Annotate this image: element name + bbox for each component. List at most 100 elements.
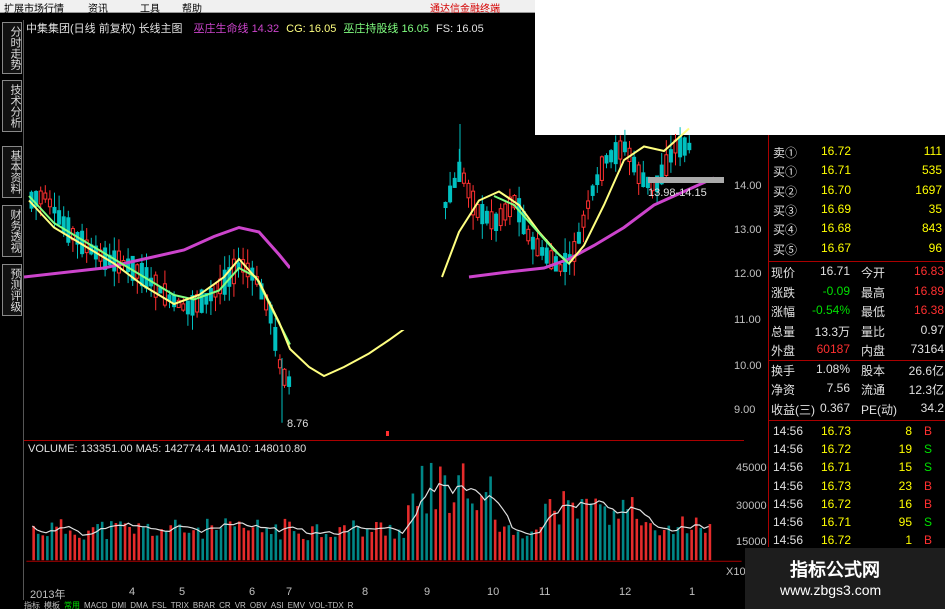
buy-row: 买⑤ 16.67 96 xyxy=(769,240,945,259)
tick-volume: 8 xyxy=(905,424,912,438)
indicator-tab[interactable]: FSL xyxy=(152,601,167,609)
order-price: 16.70 xyxy=(821,182,852,197)
time-tick: 8 xyxy=(362,586,369,598)
indicator-tab[interactable]: EMV xyxy=(288,601,305,609)
stat-value: 12.3亿 xyxy=(908,383,944,397)
volume-bar xyxy=(370,531,374,561)
menu-item-extended-market[interactable]: 扩展市场行情 xyxy=(4,0,64,15)
stat-value: 34.2 xyxy=(920,400,944,415)
indicator-tab[interactable]: MACD xyxy=(84,601,108,609)
volume-bar xyxy=(269,534,273,561)
tick-volume: 23 xyxy=(898,478,912,493)
order-price: 16.71 xyxy=(821,163,852,178)
tick-price: 16.72 xyxy=(821,533,852,548)
candlestick-chart[interactable] xyxy=(24,20,744,440)
promo-banner[interactable]: 通达信金融终端 xyxy=(430,0,500,15)
volume-bar xyxy=(247,530,250,561)
panel-divider xyxy=(769,420,945,421)
volume-bar xyxy=(626,508,629,561)
volume-bar xyxy=(393,538,396,561)
volume-bar xyxy=(356,526,360,561)
indicator-tab[interactable]: 指标 xyxy=(24,601,40,609)
volume-bar xyxy=(78,537,81,561)
volume-bar xyxy=(576,518,579,561)
tick-row: 14:56 16.73 8 B xyxy=(769,423,945,442)
menu-item-news[interactable]: 资讯 xyxy=(88,0,108,15)
volume-bar xyxy=(210,525,214,561)
tick-side: B xyxy=(923,478,932,493)
indicator-tab[interactable]: VR xyxy=(235,601,246,609)
tab-technical-analysis[interactable]: 技术分析 xyxy=(2,80,22,132)
indicator-tab[interactable]: BRAR xyxy=(193,601,215,609)
candle-body xyxy=(668,149,673,163)
indicator-tab[interactable]: ASI xyxy=(271,601,284,609)
indicator-tab[interactable]: 常用 xyxy=(64,601,80,609)
indicator-tab[interactable]: 模板 xyxy=(44,601,60,609)
volume-bar xyxy=(205,518,209,561)
candle-body xyxy=(535,238,540,257)
indicator-tab[interactable]: CR xyxy=(219,601,231,609)
volume-bar xyxy=(306,540,310,561)
chart-header: 中集集团(日线 前复权) 长线主图 巫庄生命线 14.32 CG: 16.05 … xyxy=(26,20,484,36)
volume-bar xyxy=(68,530,72,561)
order-level-label: 买④ xyxy=(773,223,798,238)
volume-bar xyxy=(457,475,460,561)
tab-rating[interactable]: 预测评级 xyxy=(2,264,22,316)
stat-label: PE(动) xyxy=(861,402,898,417)
volume-bar xyxy=(91,527,95,561)
buy-row: 买④ 16.68 843 xyxy=(769,220,945,239)
tick-volume: 16 xyxy=(898,496,912,511)
volume-bar xyxy=(512,534,515,561)
volume-bar xyxy=(507,525,511,561)
tab-financial[interactable]: 财务透视 xyxy=(2,205,22,257)
candle-body xyxy=(678,135,683,158)
candle-body xyxy=(503,203,508,221)
candle-body xyxy=(609,150,614,163)
indicator-tab[interactable]: VOL-TDX xyxy=(309,601,344,609)
price-tick: 10.00 xyxy=(734,360,762,372)
tick-price: 16.73 xyxy=(821,424,852,438)
volume-bar xyxy=(676,527,680,561)
indicator-lifeline-value: 14.32 xyxy=(251,23,280,35)
stat-value: -0.54% xyxy=(811,303,850,317)
time-tick: 10 xyxy=(487,586,500,598)
volume-bar xyxy=(55,526,58,561)
menu-item-tools[interactable]: 工具 xyxy=(140,0,160,15)
volume-bar xyxy=(498,531,502,561)
stat-row: 涨幅 -0.54% 最低 16.38 xyxy=(769,302,945,321)
volume-chart[interactable] xyxy=(24,440,744,590)
indicator-tab[interactable]: DMA xyxy=(130,601,148,609)
candle-body xyxy=(448,185,453,203)
stat-row: 总量 13.3万 量比 0.97 xyxy=(769,322,945,341)
candle-body xyxy=(526,228,531,242)
candle-body xyxy=(47,198,52,208)
volume-bar xyxy=(407,505,410,561)
volume-bar xyxy=(114,523,118,561)
candle-body xyxy=(622,141,627,153)
menu-item-help[interactable]: 帮助 xyxy=(182,0,202,15)
volume-header: VOLUME: 133351.00 MA5: 142774.41 MA10: 1… xyxy=(28,443,307,455)
indicator-tab[interactable]: OBV xyxy=(250,601,267,609)
volume-bar xyxy=(448,512,451,561)
tick-time: 14:56 xyxy=(773,442,804,457)
indicator-tab[interactable]: DMI xyxy=(112,601,127,609)
stat-value: 1.08% xyxy=(815,361,850,376)
volume-bar xyxy=(365,528,369,561)
candle-body xyxy=(586,200,591,209)
candle-body xyxy=(530,236,535,250)
tab-basic-info[interactable]: 基本资料 xyxy=(2,146,22,198)
volume-bar xyxy=(434,509,438,561)
time-tick: 11 xyxy=(539,586,551,598)
stat-label: 最高 xyxy=(861,285,886,300)
stat-value: 0.367 xyxy=(819,400,850,415)
time-tick: 7 xyxy=(286,586,293,598)
indicator-tab[interactable]: TRIX xyxy=(171,601,189,609)
tick-side: S xyxy=(923,460,932,475)
candle-body xyxy=(52,206,57,214)
volume-bar xyxy=(329,537,332,561)
indicator-tab[interactable]: RSI xyxy=(348,601,354,609)
stat-value: 16.89 xyxy=(913,283,944,298)
stat-label: 流通 xyxy=(861,383,886,397)
stat-label: 外盘 xyxy=(771,344,796,358)
tab-time-sharing[interactable]: 分时走势 xyxy=(2,22,22,74)
